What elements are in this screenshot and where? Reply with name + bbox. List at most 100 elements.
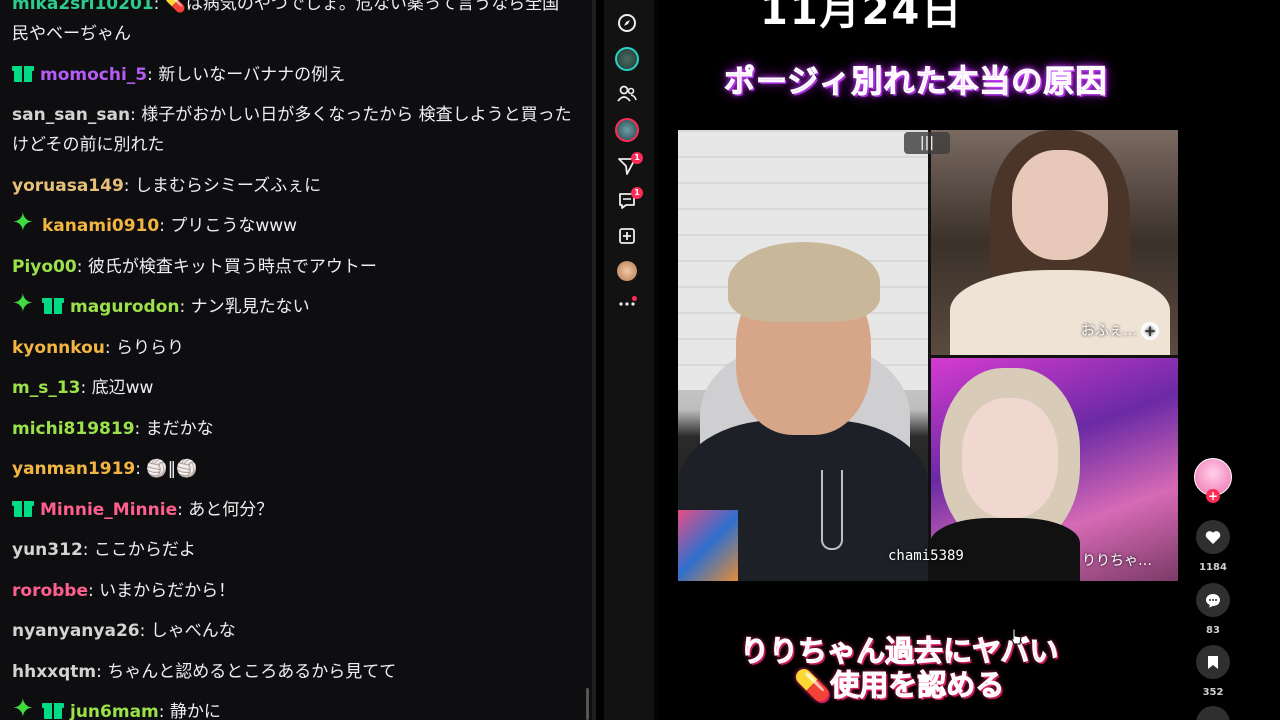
chat-username[interactable]: Minnie_Minnie — [40, 500, 177, 520]
chat-message: michi819819: まだかな — [12, 409, 574, 450]
add-guest-icon[interactable]: + — [1141, 322, 1159, 340]
chat-message: kanami0910: プリこうなwww — [12, 206, 574, 247]
panel-split-horizontal — [930, 355, 1178, 358]
colorful-jacket — [678, 510, 738, 581]
friends-icon[interactable] — [613, 80, 641, 108]
chat-colon: : — [76, 256, 88, 277]
more-dot — [632, 296, 637, 301]
caption-line-2: 💊使用を認める — [794, 668, 1005, 703]
chat-colon: : — [159, 216, 171, 236]
chat-colon: : — [134, 418, 146, 439]
profile-avatar-icon[interactable] — [613, 257, 641, 285]
chat-message-text: 静かに — [169, 702, 221, 720]
chat-message-text: らりらり — [116, 337, 185, 358]
chat-colon: : — [139, 621, 151, 641]
like-button[interactable] — [1196, 520, 1230, 554]
chat-colon: : — [96, 661, 108, 682]
star-badge-icon[interactable] — [12, 208, 36, 238]
chat-scrollbar[interactable] — [586, 688, 589, 720]
chat-colon: : — [82, 540, 94, 560]
chat-colon: : — [130, 105, 142, 125]
chat-message: yoruasa149: しまむらシミーズふぇに — [12, 166, 574, 207]
chat-username[interactable]: yoruasa149 — [12, 176, 124, 196]
gift-sub-badge-icon[interactable] — [42, 700, 64, 720]
rail-separator — [654, 0, 658, 720]
signal-bars-icon: ||| — [904, 132, 950, 154]
chat-message: nyanyanya26: しゃべんな — [12, 611, 574, 652]
like-count: 1184 — [1199, 562, 1227, 573]
gift-sub-badge-icon[interactable] — [12, 63, 34, 83]
chat-message: kyonnkou: らりらり — [12, 328, 574, 369]
chat-message-text: しゃべんな — [150, 621, 236, 641]
necklace — [821, 470, 843, 550]
chat-username[interactable]: michi819819 — [12, 419, 135, 439]
comment-count: 83 — [1206, 625, 1220, 636]
video-player[interactable]: ||| おふぇ… + chami5389 りりちゃ… — [678, 130, 1178, 581]
chat-message-text: 底辺ww — [91, 378, 154, 398]
chat-message-text: プリこうなwww — [170, 216, 298, 236]
chat-username[interactable]: momochi_5 — [40, 65, 147, 85]
date-title: 11月24日 — [760, 0, 964, 34]
send-badge: 1 — [631, 152, 643, 164]
guest-label-bottom-right: りりちゃ… — [1082, 553, 1152, 569]
upload-icon[interactable] — [613, 222, 641, 250]
chat-username[interactable]: yanman1919 — [12, 459, 135, 479]
live-avatar-icon[interactable] — [613, 116, 641, 144]
more-icon[interactable] — [613, 290, 641, 318]
bookmark-button[interactable] — [1196, 645, 1230, 679]
chat-colon: : — [158, 702, 170, 720]
chat-username[interactable]: mika2sri10201 — [12, 0, 154, 14]
follow-plus-icon[interactable]: + — [1206, 489, 1220, 503]
chat-username[interactable]: kyonnkou — [12, 338, 105, 358]
chat-username[interactable]: m_s_13 — [12, 378, 81, 398]
chat-username[interactable]: jun6mam — [70, 702, 159, 720]
chat-message-list[interactable]: mika2sri10201: 💊は病気のやつでしょ。危ない薬って言うなら全国民や… — [0, 0, 584, 720]
chat-username[interactable]: rorobbe — [12, 581, 88, 601]
guest-label-bottom-left: chami5389 — [888, 548, 964, 564]
bookmark-icon — [1208, 655, 1218, 669]
chat-username[interactable]: yun312 — [12, 540, 83, 560]
chat-username[interactable]: nyanyanya26 — [12, 621, 140, 641]
chat-username[interactable]: kanami0910 — [42, 216, 159, 236]
following-avatar-icon[interactable] — [613, 45, 641, 73]
chat-message-text: ナン乳見たない — [190, 297, 310, 317]
star-badge-icon[interactable] — [12, 694, 36, 720]
chat-colon: : — [147, 64, 159, 85]
bookmark-count: 352 — [1202, 687, 1224, 698]
chat-colon: : — [135, 459, 147, 479]
gift-sub-badge-icon[interactable] — [12, 498, 34, 518]
chat-message-text: あと何分？ — [188, 499, 274, 520]
chat-username[interactable]: Piyo00 — [12, 257, 77, 277]
chat-message: yanman1919: 🏐‖🏐 — [12, 449, 574, 490]
chat-colon: : — [80, 378, 92, 398]
chat-message: Piyo00: 彼氏が検査キット買う時点でアウトー — [12, 247, 574, 288]
gift-sub-badge-icon[interactable] — [42, 295, 64, 315]
chat-colon: : — [153, 0, 165, 14]
chat-message-text: いまからだから！ — [99, 580, 236, 601]
video-left-panel — [678, 130, 928, 581]
compass-icon[interactable] — [613, 9, 641, 37]
chat-message: magurodon: ナン乳見たない — [12, 287, 574, 328]
chat-username[interactable]: san_san_san — [12, 105, 130, 125]
person-face — [1012, 150, 1108, 260]
chat-message-text: しまむらシミーズふぇに — [134, 175, 322, 196]
comment-button[interactable] — [1196, 583, 1230, 617]
chat-colon: : — [104, 337, 117, 358]
inbox-badge: 1 — [631, 187, 643, 199]
person-body — [950, 270, 1170, 360]
guest-name: おふぇ… — [1081, 323, 1137, 339]
chat-message-text: ちゃんと認めるところあるから見てて — [107, 661, 397, 682]
chat-message-text: 新しいなーバナナの例え — [158, 64, 346, 85]
chat-username[interactable]: hhxxqtm — [12, 662, 96, 682]
chat-message-text: 彼氏が検査キット買う時点でアウトー — [87, 256, 377, 277]
chat-message-text: ここからだよ — [93, 540, 196, 560]
person-face — [962, 398, 1058, 518]
video-caption-top: ポージィ別れた本当の原因 — [723, 64, 1108, 101]
panel-gap — [596, 0, 604, 720]
chat-colon: : — [88, 580, 100, 601]
chat-panel: mika2sri10201: 💊は病気のやつでしょ。危ない薬って言うなら全国民や… — [0, 0, 592, 720]
chat-message: yun312: ここからだよ — [12, 530, 574, 571]
chat-message: mika2sri10201: 💊は病気のやつでしょ。危ない薬って言うなら全国民や… — [12, 0, 574, 55]
chat-username[interactable]: magurodon — [70, 297, 179, 317]
star-badge-icon[interactable] — [12, 289, 36, 319]
